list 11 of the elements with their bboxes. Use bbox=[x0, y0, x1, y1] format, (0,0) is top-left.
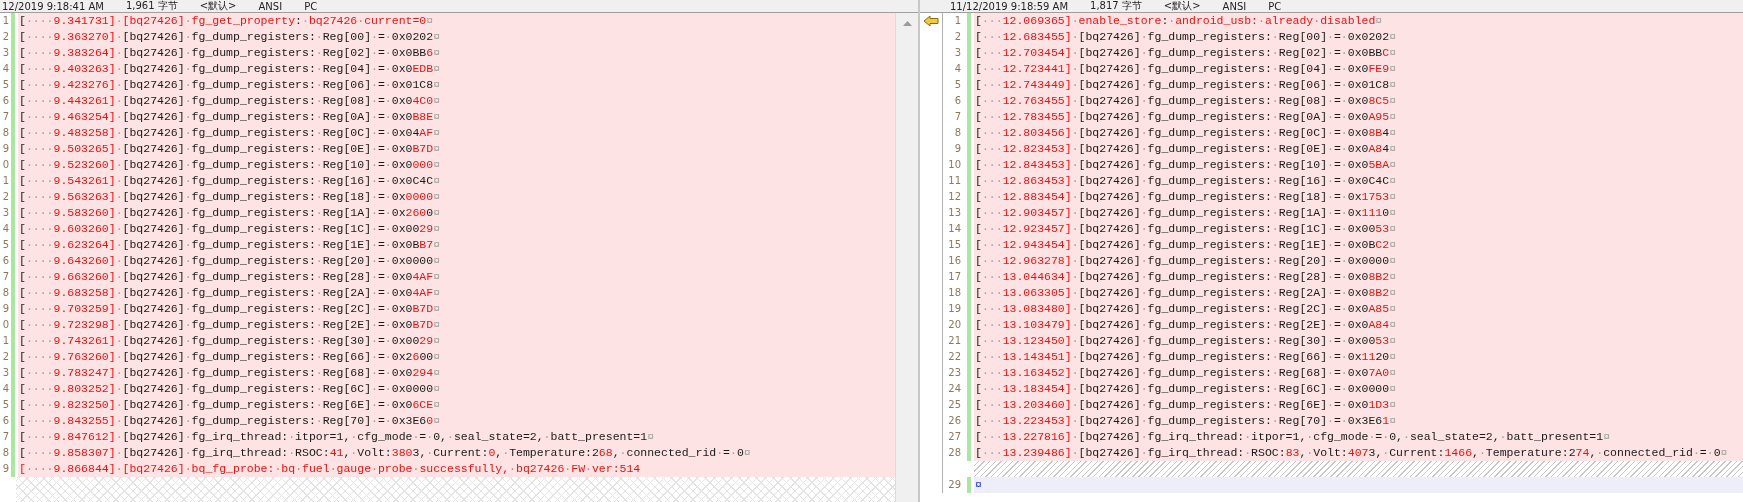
file-info-text: 12/2019 9:18:41 AM bbox=[2, 0, 104, 12]
scroll-up-icon[interactable] bbox=[902, 21, 912, 26]
file-info-text: 1,961 字节 bbox=[125, 0, 178, 13]
file-info-text: <默认> bbox=[199, 0, 237, 13]
file-info-text: <默认> bbox=[1163, 0, 1201, 13]
file-info-text: 11/12/2019 9:18:59 AM bbox=[950, 0, 1068, 12]
file-info-text: ANSI bbox=[1222, 0, 1247, 12]
file-info-text: 1,817 字节 bbox=[1090, 0, 1142, 13]
file-info-text: PC bbox=[1268, 0, 1282, 12]
file-info-text: ANSI bbox=[258, 0, 283, 12]
file-info-text: PC bbox=[304, 0, 318, 12]
